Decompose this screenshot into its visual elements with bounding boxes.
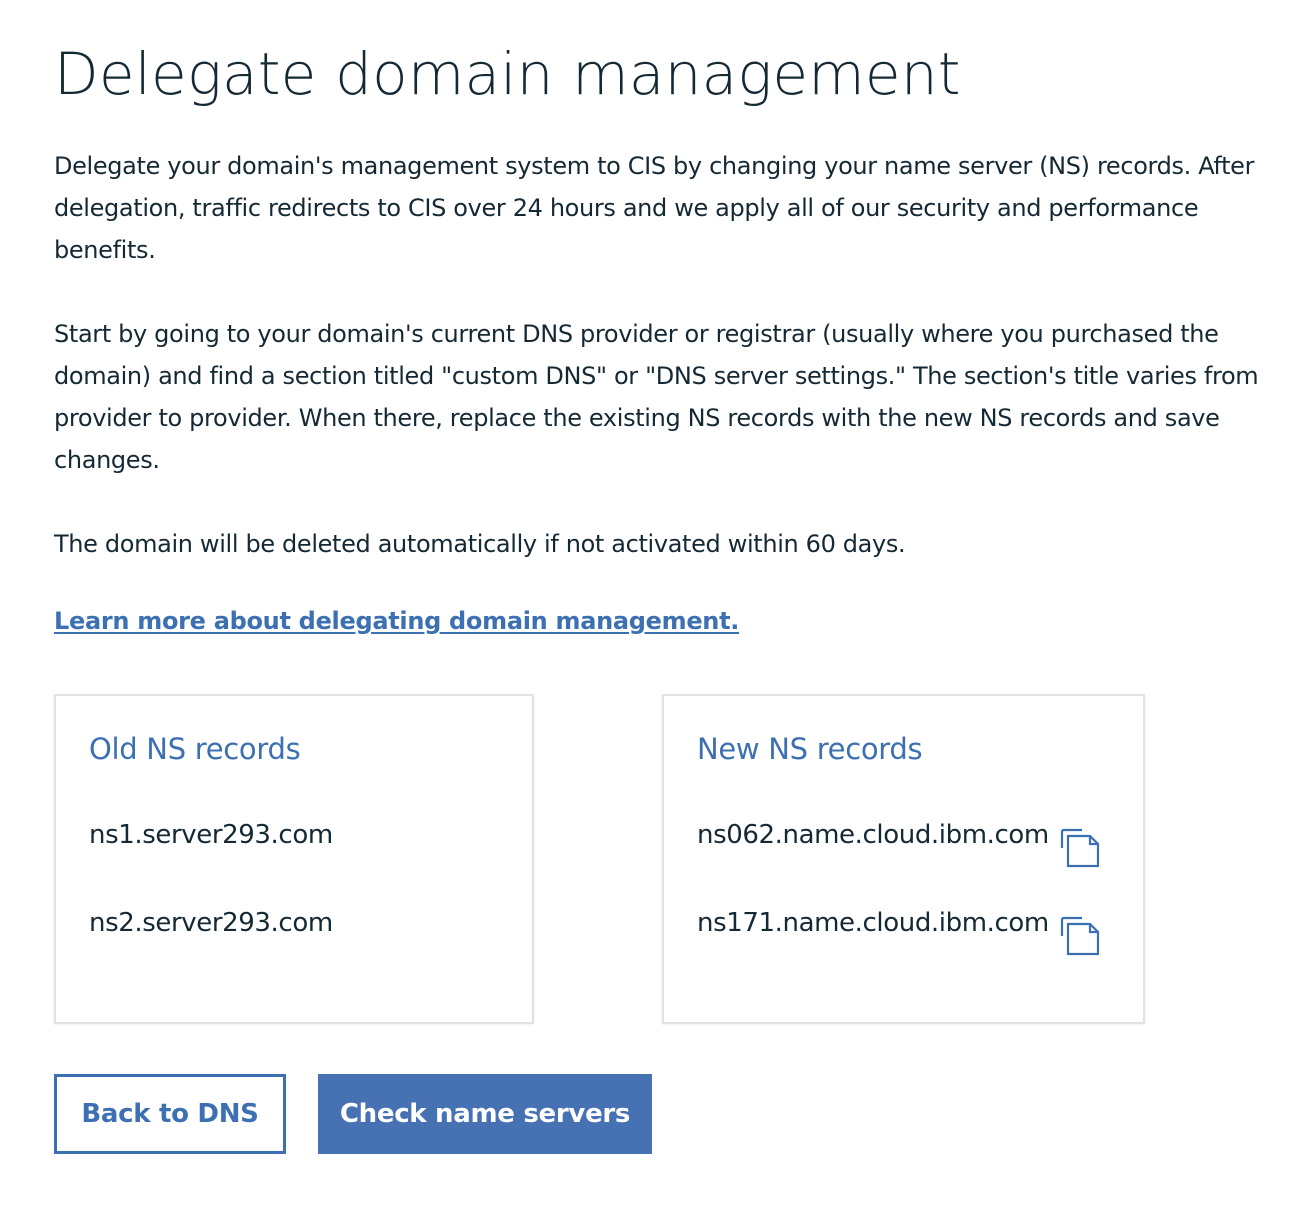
new-ns-records-card: New NS records ns062.name.cloud.ibm.com … [662, 694, 1145, 1024]
copy-icon[interactable] [1060, 916, 1100, 956]
old-ns-records-title: Old NS records [89, 732, 301, 766]
old-ns-record: ns2.server293.com [89, 908, 333, 938]
new-ns-records-title: New NS records [697, 732, 923, 766]
learn-more-link[interactable]: Learn more about delegating domain manag… [54, 600, 739, 642]
back-to-dns-button[interactable]: Back to DNS [54, 1074, 286, 1154]
instructions-paragraph: Start by going to your domain's current … [54, 320, 1259, 474]
new-ns-record: ns062.name.cloud.ibm.com [697, 820, 1049, 850]
new-ns-record: ns171.name.cloud.ibm.com [697, 908, 1049, 938]
page-title: Delegate domain management [54, 40, 961, 108]
copy-icon[interactable] [1060, 828, 1100, 868]
old-ns-record: ns1.server293.com [89, 820, 333, 850]
old-ns-records-card: Old NS records ns1.server293.com ns2.ser… [54, 694, 534, 1024]
check-name-servers-button[interactable]: Check name servers [318, 1074, 652, 1154]
intro-paragraph: Delegate your domain's management system… [54, 152, 1255, 264]
deletion-notice: The domain will be deleted automatically… [54, 530, 906, 558]
